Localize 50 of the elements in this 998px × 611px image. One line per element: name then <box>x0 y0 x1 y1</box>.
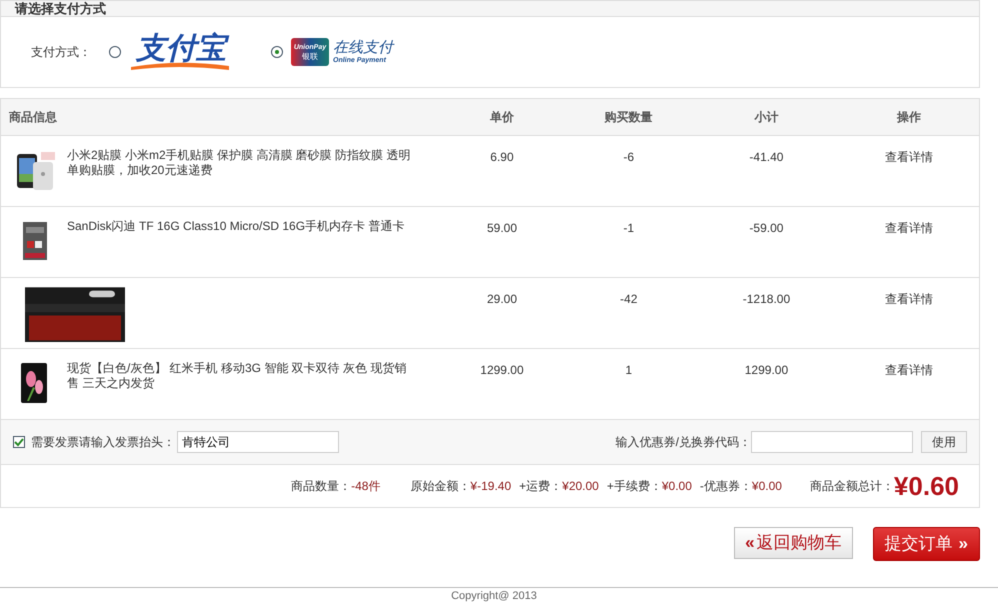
back-to-cart-button[interactable]: «返回购物车 <box>734 527 853 559</box>
invoice-field[interactable]: 肯特公司 <box>177 431 339 453</box>
subtotal: -59.00 <box>749 221 784 235</box>
subtotal: -41.40 <box>749 150 784 164</box>
unit-price: 59.00 <box>486 221 517 235</box>
radio-button[interactable] <box>109 46 121 58</box>
checkbox[interactable] <box>13 436 25 448</box>
submit-order-button[interactable]: 提交订单 » <box>872 527 980 561</box>
quantity: -6 <box>623 150 634 164</box>
summary-value: ¥0.00 <box>662 479 692 493</box>
radio-button[interactable] <box>271 46 283 58</box>
details-link[interactable]: 查看详情 <box>885 363 934 377</box>
product-name: 现货【白色/灰色】 红米手机 移动3G 智能 双卡双待 灰色 现货销售 三天之内发货 <box>67 361 408 391</box>
details-link[interactable]: 查看详情 <box>885 150 934 164</box>
subtotal: -1218.00 <box>742 292 790 306</box>
summary-label: 商品数量： <box>291 479 352 493</box>
details-link[interactable]: 查看详情 <box>885 292 934 306</box>
section-title: 请选择支付方式 <box>15 2 106 16</box>
use-button[interactable]: 使用 <box>921 431 967 453</box>
column-header: 单价 <box>490 110 514 124</box>
summary-value: ¥20.00 <box>562 479 599 493</box>
column-header: 小计 <box>754 110 778 124</box>
summary-label: -优惠券： <box>700 479 752 493</box>
coupon-field[interactable] <box>751 431 913 453</box>
coupon-label: 输入优惠券/兑换券代码： <box>616 434 751 451</box>
unit-price: 1299.00 <box>480 363 524 377</box>
invoice-label: 需要发票请输入发票抬头： <box>31 434 175 451</box>
column-header: 商品信息 <box>9 110 57 124</box>
quantity: 1 <box>625 363 632 377</box>
summary-label: 原始金额： <box>410 479 470 493</box>
payment-label: 支付方式： <box>31 44 91 61</box>
subtotal: 1299.00 <box>744 363 788 377</box>
product-name: 小米2贴膜 小米m2手机贴膜 保护膜 高清膜 磨砂膜 防指纹膜 透明单购贴膜，加收20元速递费 <box>67 148 412 178</box>
summary-value: -48件 <box>351 479 380 493</box>
column-header: 操作 <box>897 110 922 124</box>
total-label: 商品金额总计： <box>810 478 894 495</box>
summary-label: +运费： <box>519 479 562 493</box>
summary-label: +手续费： <box>606 479 662 493</box>
summary-value: ¥-19.40 <box>470 479 512 493</box>
total-amount: ¥0.60 <box>894 472 959 500</box>
unit-price: 29.00 <box>486 292 517 306</box>
quantity: -42 <box>620 292 638 306</box>
alipay-logo: 支付宝 <box>129 33 233 71</box>
copyright-text: Copyright@ 2013 <box>451 590 537 602</box>
product-name: SanDisk闪迪 TF 16G Class10 Micro/SD 16G手机内存卡 普通卡 <box>67 219 406 234</box>
details-link[interactable]: 查看详情 <box>885 221 934 235</box>
column-header: 购买数量 <box>604 110 653 124</box>
summary-value: ¥0.00 <box>752 479 782 493</box>
unit-price: 6.90 <box>490 150 514 164</box>
quantity: -1 <box>623 221 634 235</box>
